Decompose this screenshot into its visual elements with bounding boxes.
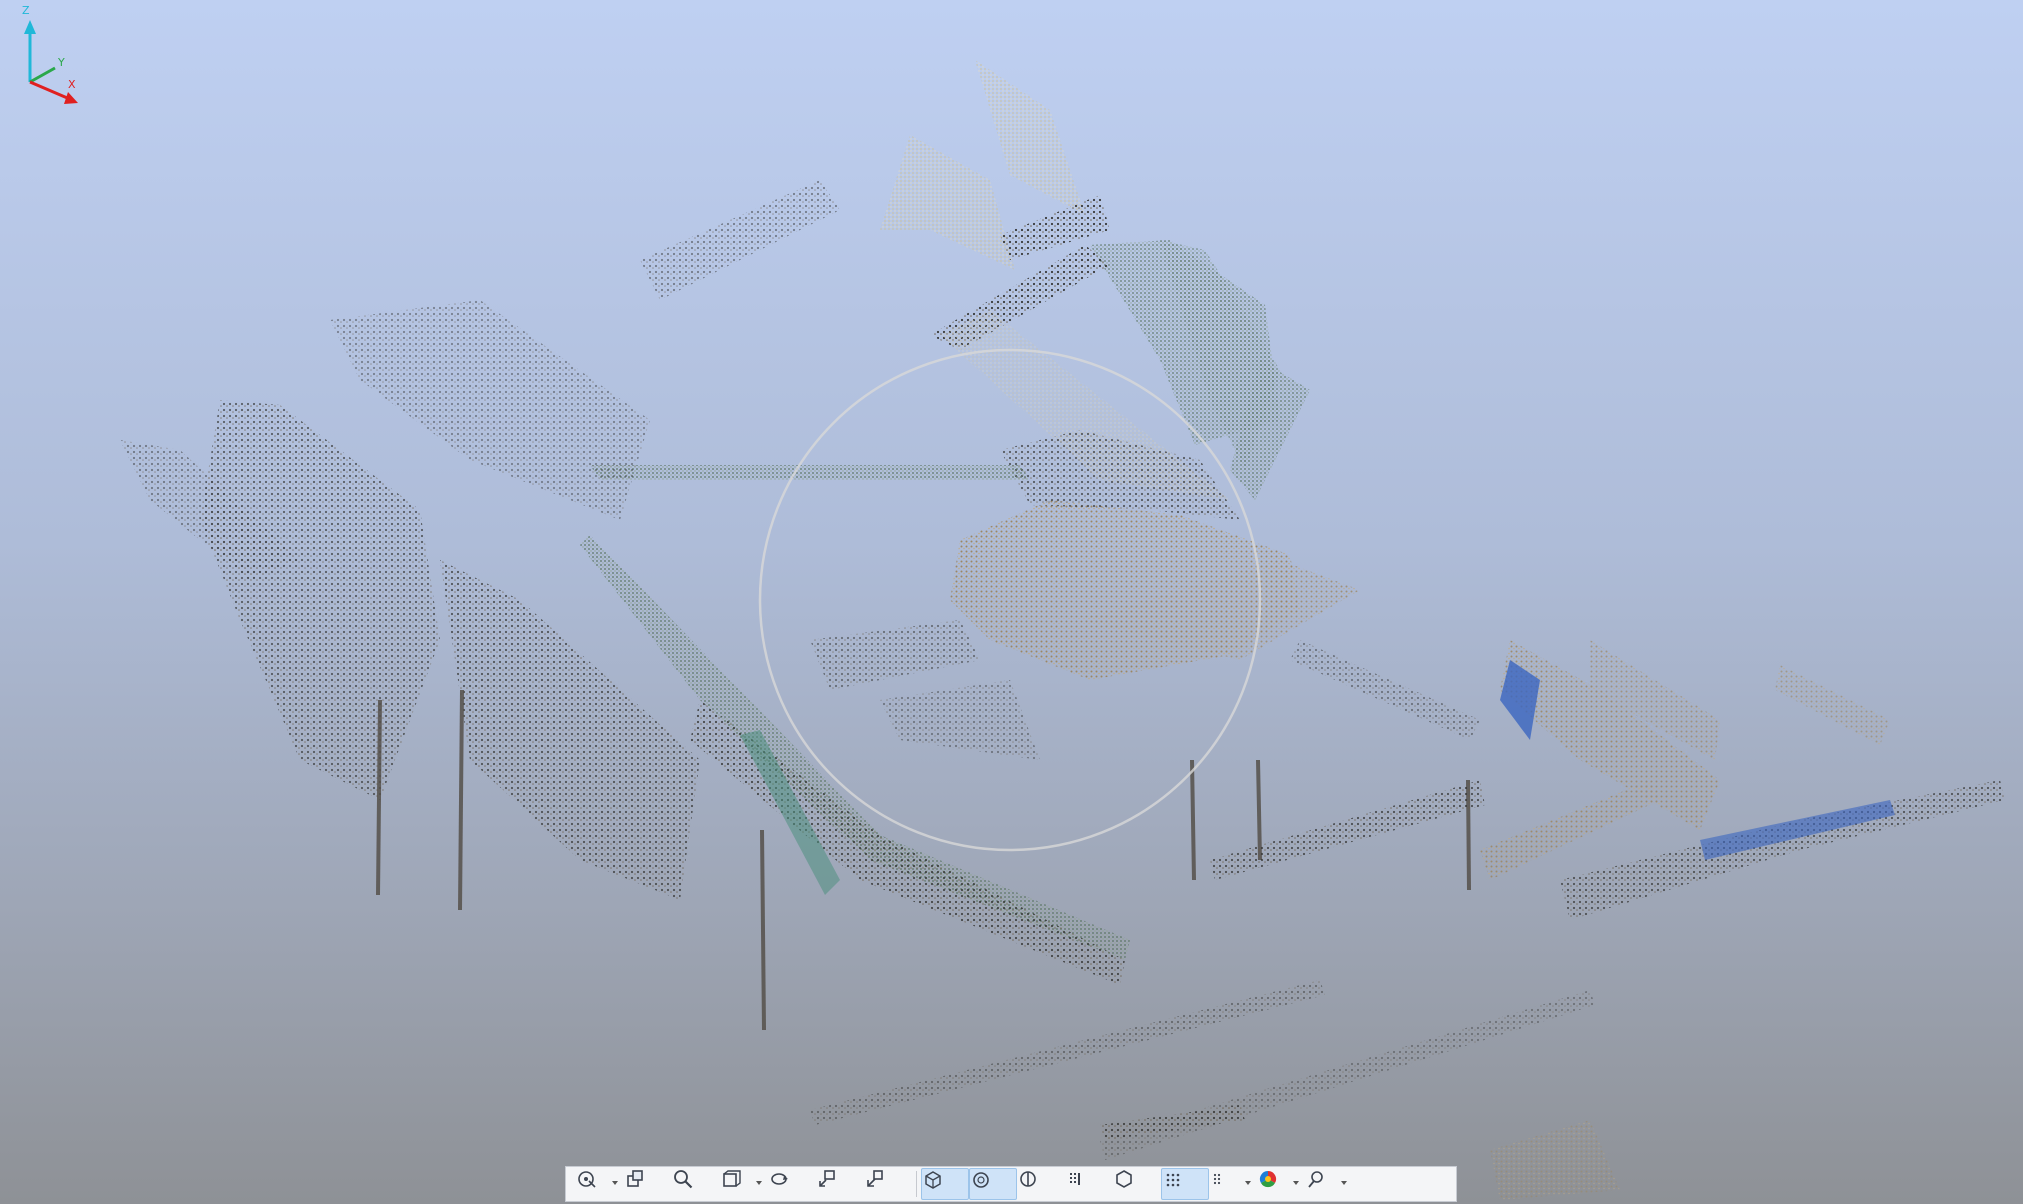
x-axis: [29, 80, 73, 102]
y-axis: [29, 66, 56, 84]
hexagon-icon: [1116, 1170, 1132, 1188]
pan-hand-icon: [627, 1170, 643, 1187]
perspective-button[interactable]: [921, 1168, 969, 1200]
display-style-button[interactable]: [1305, 1168, 1353, 1200]
point-density-button[interactable]: [1065, 1168, 1113, 1200]
point-display-button[interactable]: [1161, 1168, 1209, 1200]
right-structures: [1210, 640, 2005, 920]
point-cloud-viewport[interactable]: Z Y X: [0, 0, 2023, 1204]
view-cube-button[interactable]: [720, 1168, 768, 1200]
left-structures: [120, 180, 1040, 900]
point-cloud-render[interactable]: [0, 0, 2023, 1204]
dot-grid-small-icon: [1213, 1173, 1221, 1185]
section-circle-icon: [1020, 1171, 1036, 1187]
perspective-cube-icon: [925, 1171, 941, 1189]
axis-gizmo: Z Y X: [22, 4, 78, 104]
walk-mode-button[interactable]: [864, 1168, 912, 1200]
walk-icon: [867, 1170, 883, 1187]
section-button[interactable]: [1017, 1168, 1065, 1200]
rotate-view-button[interactable]: [768, 1168, 816, 1200]
orbit-target-button[interactable]: [969, 1168, 1017, 1200]
color-mode-button[interactable]: [1257, 1168, 1305, 1200]
x-axis-label: X: [68, 78, 76, 91]
zoom-button[interactable]: [672, 1168, 720, 1200]
magnifier-icon: [674, 1170, 693, 1189]
pan-button[interactable]: [624, 1168, 672, 1200]
toolbar-separator: [916, 1171, 917, 1197]
orbit-mode-button[interactable]: [576, 1168, 624, 1200]
fit-extents-icon: [819, 1170, 835, 1187]
density-grid-icon: [1070, 1173, 1080, 1185]
y-axis-label: Y: [57, 56, 65, 69]
target-sphere-icon: [973, 1172, 989, 1188]
view-toolbar: [565, 1166, 1457, 1202]
orbit-cursor-icon: [578, 1171, 596, 1188]
cube-face-icon: [723, 1170, 741, 1187]
point-size-button[interactable]: [1209, 1168, 1257, 1200]
rotate-arrows-icon: [771, 1173, 788, 1185]
dot-grid-icon: [1166, 1173, 1180, 1187]
z-axis-label: Z: [22, 4, 30, 17]
isolate-button[interactable]: [1113, 1168, 1161, 1200]
color-sphere-icon: [1259, 1170, 1277, 1188]
fit-view-button[interactable]: [816, 1168, 864, 1200]
paint-style-icon: [1308, 1171, 1323, 1188]
